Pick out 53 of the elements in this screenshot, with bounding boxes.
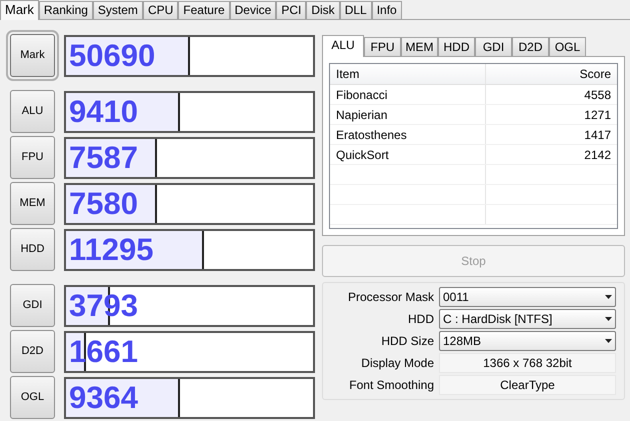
tab[interactable]: PCI xyxy=(276,1,306,19)
dropdown[interactable]: C : HardDisk [NTFS] xyxy=(439,309,616,329)
column-header[interactable]: Score xyxy=(486,64,617,84)
score-button[interactable]: FPU xyxy=(10,136,55,179)
score-button[interactable]: GDI xyxy=(10,284,55,327)
dropdown-arrow-icon xyxy=(605,339,612,343)
tab[interactable]: CPU xyxy=(142,1,178,19)
table-cell: 1417 xyxy=(584,128,611,142)
sub-tab[interactable]: GDI xyxy=(475,37,512,56)
score-value: 7587 xyxy=(69,140,138,174)
tab[interactable]: Mark xyxy=(0,0,39,20)
score-button[interactable]: ALU xyxy=(10,90,55,133)
score-button[interactable]: HDD xyxy=(10,228,55,271)
column-header[interactable]: Item xyxy=(330,64,486,84)
score-button[interactable]: OGL xyxy=(10,376,55,419)
tab[interactable]: DLL xyxy=(340,1,372,19)
sub-tab[interactable]: D2D xyxy=(512,37,549,56)
table-cell: 4558 xyxy=(584,88,611,102)
dropdown[interactable]: 0011 xyxy=(439,287,616,307)
readout-field: 1366 x 768 32bit xyxy=(439,353,616,373)
dropdown-arrow-icon xyxy=(605,295,612,299)
tab[interactable]: Device xyxy=(230,1,276,19)
table-cell: 2142 xyxy=(584,148,611,162)
tab[interactable]: System xyxy=(92,1,143,19)
table-cell: Napierian xyxy=(336,108,388,122)
tab[interactable]: Info xyxy=(372,1,402,19)
table-cell: QuickSort xyxy=(336,148,389,162)
setting-label: HDD xyxy=(407,311,435,328)
setting-label: HDD Size xyxy=(380,333,435,350)
sub-tab[interactable]: FPU xyxy=(364,37,401,56)
table-cell: Fibonacci xyxy=(336,88,388,102)
score-button[interactable]: D2D xyxy=(10,330,55,373)
sub-tab[interactable]: OGL xyxy=(549,37,586,56)
dropdown[interactable]: 128MB xyxy=(439,331,616,351)
table-cell: Eratosthenes xyxy=(336,128,407,142)
score-button[interactable]: MEM xyxy=(10,182,55,225)
tab[interactable]: Feature xyxy=(178,1,230,19)
score-value: 9364 xyxy=(69,380,138,414)
sub-tab[interactable]: HDD xyxy=(438,37,475,56)
readout-field: ClearType xyxy=(439,375,616,395)
sub-tab[interactable]: ALU xyxy=(322,35,364,57)
score-value: 11295 xyxy=(69,232,154,266)
setting-label: Display Mode xyxy=(360,355,435,372)
setting-label: Processor Mask xyxy=(346,289,435,306)
score-value: 9410 xyxy=(69,94,138,128)
tab[interactable]: Ranking xyxy=(38,1,93,19)
tab[interactable]: Disk xyxy=(306,1,340,19)
sub-tab[interactable]: MEM xyxy=(401,37,438,56)
setting-label: Font Smoothing xyxy=(348,377,435,394)
table-cell: 1271 xyxy=(584,108,611,122)
dropdown-arrow-icon xyxy=(605,317,612,321)
score-value: 7580 xyxy=(69,186,138,220)
score-value: 50690 xyxy=(69,38,156,72)
